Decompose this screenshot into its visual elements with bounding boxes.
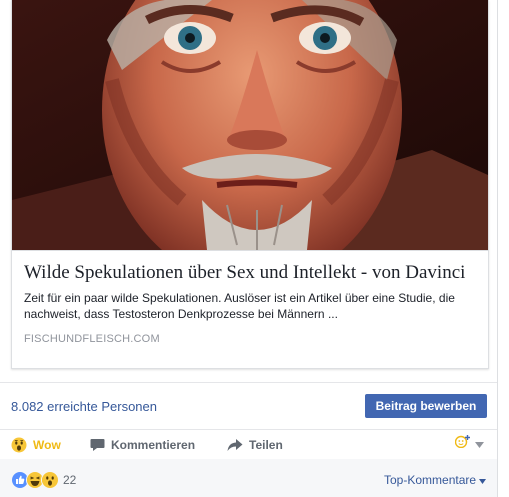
portrait-illustration	[12, 0, 488, 250]
comment-sort-dropdown[interactable]: Top-Kommentare	[384, 473, 487, 487]
link-preview-image[interactable]	[12, 0, 488, 250]
link-preview-card[interactable]: Wilde Spekulationen über Sex und Intelle…	[11, 0, 489, 369]
wow-reaction-icon	[11, 437, 27, 453]
share-button[interactable]: Teilen	[227, 436, 283, 454]
link-domain: FISCHUNDFLEISCH.COM	[24, 333, 160, 345]
comment-icon	[90, 438, 105, 452]
wow-label: Wow	[33, 438, 61, 452]
wow-reaction-icon	[41, 471, 59, 489]
reaction-picker-icon	[454, 434, 471, 453]
reach-row: 8.082 erreichte Personen Beitrag bewerbe…	[0, 383, 497, 429]
reaction-icons[interactable]	[11, 471, 59, 489]
comment-label: Kommentieren	[111, 438, 196, 452]
post: Wilde Spekulationen über Sex und Intelle…	[0, 0, 498, 497]
caret-down-icon	[475, 435, 484, 453]
action-bar: Wow Kommentieren Teilen	[0, 430, 497, 458]
reaction-count[interactable]: 22	[63, 473, 76, 487]
comment-sort-label: Top-Kommentare	[384, 473, 477, 487]
share-icon	[227, 438, 243, 452]
wow-reaction-button[interactable]: Wow	[11, 436, 61, 454]
link-description: Zeit für ein paar wilde Spekulationen. A…	[24, 291, 455, 321]
promote-post-button[interactable]: Beitrag bewerben	[365, 394, 487, 418]
reach-count-link[interactable]: 8.082 erreichte Personen	[11, 399, 157, 414]
link-title[interactable]: Wilde Spekulationen über Sex und Intelle…	[24, 261, 476, 284]
reaction-picker-button[interactable]	[454, 434, 484, 453]
share-label: Teilen	[249, 438, 283, 452]
link-preview-text[interactable]: Wilde Spekulationen über Sex und Intelle…	[12, 250, 488, 368]
reactions-summary: 22 Top-Kommentare	[0, 459, 497, 497]
comment-button[interactable]: Kommentieren	[90, 436, 195, 454]
caret-down-icon	[479, 473, 487, 487]
